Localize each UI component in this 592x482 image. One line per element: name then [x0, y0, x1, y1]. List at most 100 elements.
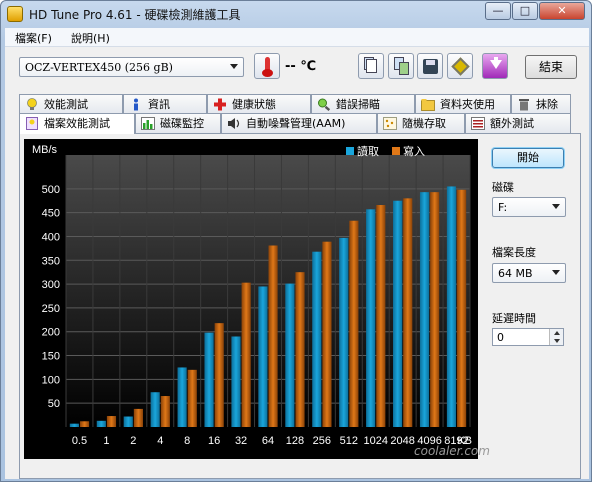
copy-all-button[interactable] [388, 53, 414, 79]
x-tick-label: 0.5 [72, 435, 87, 447]
bar-read [123, 416, 133, 427]
bar-write [160, 396, 170, 427]
menu-bar: 檔案(F) 說明(H) [5, 28, 589, 47]
chevron-down-icon [230, 64, 238, 69]
tab-info[interactable]: 資訊 [123, 94, 207, 114]
y-tick-label: 300 [42, 279, 60, 291]
start-button[interactable]: 開始 [492, 148, 564, 168]
drive-select-value: OCZ-VERTEX450 (256 gB) [25, 61, 173, 74]
file-size-select[interactable]: 64 MB [492, 263, 566, 283]
app-icon [7, 6, 23, 22]
exit-button[interactable]: 結束 [525, 55, 577, 79]
tab-error-scan[interactable]: 錯誤掃瞄 [311, 94, 415, 114]
bar-read [312, 251, 322, 427]
legend-label: 寫入 [403, 144, 425, 158]
bar-write [457, 189, 467, 427]
bar-read [419, 192, 430, 427]
bar-write [241, 282, 251, 427]
bar-read [285, 283, 295, 427]
delay-value: 0 [497, 331, 504, 344]
speaker-icon [228, 118, 240, 129]
extra-tests-icon [471, 117, 485, 130]
client-area: OCZ-VERTEX450 (256 gB) -- ℃ 結束 效能測試 資訊 健… [5, 47, 589, 479]
y-tick-label: 150 [42, 351, 60, 363]
bar-write [430, 192, 440, 427]
dots-grid-icon [383, 117, 397, 130]
disk-select[interactable]: F: [492, 197, 566, 217]
window-title: HD Tune Pro 4.61 - 硬碟檢測維護工具 [29, 8, 241, 22]
tab-benchmark[interactable]: 效能測試 [19, 94, 123, 114]
file-size-label: 檔案長度 [492, 246, 536, 259]
app-window: HD Tune Pro 4.61 - 硬碟檢測維護工具 — □ ✕ 檔案(F) … [0, 0, 592, 482]
y-axis-label: MB/s [32, 144, 58, 156]
stepper-down-icon[interactable] [549, 337, 563, 345]
tab-info-label: 資訊 [148, 98, 170, 111]
y-tick-label: 450 [42, 208, 60, 220]
file-benchmark-icon [26, 117, 38, 130]
tab-extra-tests[interactable]: 額外測試 [465, 113, 571, 133]
x-tick-label: 4 [157, 435, 163, 447]
tab-extra-tests-label: 額外測試 [490, 117, 534, 130]
tab-folder-usage-label: 資料夾使用 [440, 98, 495, 111]
y-tick-label: 500 [42, 184, 60, 196]
menu-help[interactable]: 說明(H) [71, 30, 110, 46]
file-size-select-value: 64 MB [498, 267, 533, 280]
bar-write [403, 198, 413, 427]
bar-read [231, 336, 241, 427]
benchmark-chart-svg: 50 100 150 200 250 300 350 400 450 500 MB/s 0.5 1 2 4 8… [24, 139, 478, 459]
bar-read [339, 237, 349, 427]
menu-file[interactable]: 檔案(F) [15, 30, 52, 46]
download-arrow-icon [490, 60, 502, 69]
x-tick-label: 32 [235, 435, 247, 447]
tab-folder-usage[interactable]: 資料夾使用 [415, 94, 511, 114]
x-tick-label: 2 [130, 435, 136, 447]
bar-write [133, 408, 143, 427]
x-tick-label: 1 [103, 435, 109, 447]
y-tick-label: 400 [42, 231, 60, 243]
tab-health[interactable]: 健康狀態 [207, 94, 311, 114]
thermometer-bulb-icon [262, 69, 273, 77]
tab-disk-monitor-label: 磁碟監控 [160, 117, 204, 130]
tab-erase-label: 抹除 [536, 98, 558, 111]
info-icon [134, 98, 138, 111]
legend-swatch [392, 147, 400, 155]
benchmark-chart: 50 100 150 200 250 300 350 400 450 500 MB/s 0.5 1 2 4 8… [24, 139, 490, 459]
legend-swatch [346, 147, 354, 155]
bar-read [366, 209, 376, 427]
copy-info-button[interactable] [358, 53, 384, 79]
temperature-readout: -- ℃ [285, 59, 317, 74]
bar-write [79, 421, 90, 427]
download-button[interactable] [482, 53, 508, 79]
folder-icon [421, 99, 435, 111]
magnifier-icon [318, 98, 331, 111]
tab-aam[interactable]: 自動噪聲管理(AAM) [221, 113, 377, 133]
bar-write [268, 245, 278, 427]
tab-disk-monitor[interactable]: 磁碟監控 [135, 113, 221, 133]
options-button[interactable] [447, 53, 473, 79]
chevron-down-icon [552, 270, 560, 275]
temperature-button[interactable] [254, 53, 280, 79]
bar-write [322, 241, 332, 427]
tab-erase[interactable]: 抹除 [511, 94, 571, 114]
stepper-up-icon[interactable] [549, 329, 563, 337]
bar-write [214, 323, 224, 427]
close-button[interactable]: ✕ [539, 2, 585, 20]
tab-random-access[interactable]: 隨機存取 [377, 113, 465, 133]
bar-read [393, 200, 403, 427]
maximize-button[interactable]: □ [512, 2, 538, 20]
minimize-button[interactable]: — [485, 2, 511, 20]
delay-stepper[interactable]: 0 [492, 328, 564, 346]
save-button[interactable] [417, 53, 443, 79]
tab-error-scan-label: 錯誤掃瞄 [336, 98, 380, 111]
bar-write [349, 220, 359, 427]
y-tick-label: 50 [48, 398, 60, 410]
bar-read [150, 392, 160, 427]
bar-read [96, 420, 106, 427]
title-bar: HD Tune Pro 4.61 - 硬碟檢測維護工具 — □ ✕ [1, 1, 591, 27]
chevron-down-icon [552, 204, 560, 209]
tabs-row-2: 檔案效能測試 磁碟監控 自動噪聲管理(AAM) 隨機存取 額外測試 [19, 113, 579, 134]
x-tick-label: 1024 [363, 435, 387, 447]
tab-benchmark-label: 效能測試 [44, 98, 88, 111]
drive-select[interactable]: OCZ-VERTEX450 (256 gB) [19, 57, 244, 77]
tab-file-benchmark[interactable]: 檔案效能測試 [19, 113, 135, 134]
